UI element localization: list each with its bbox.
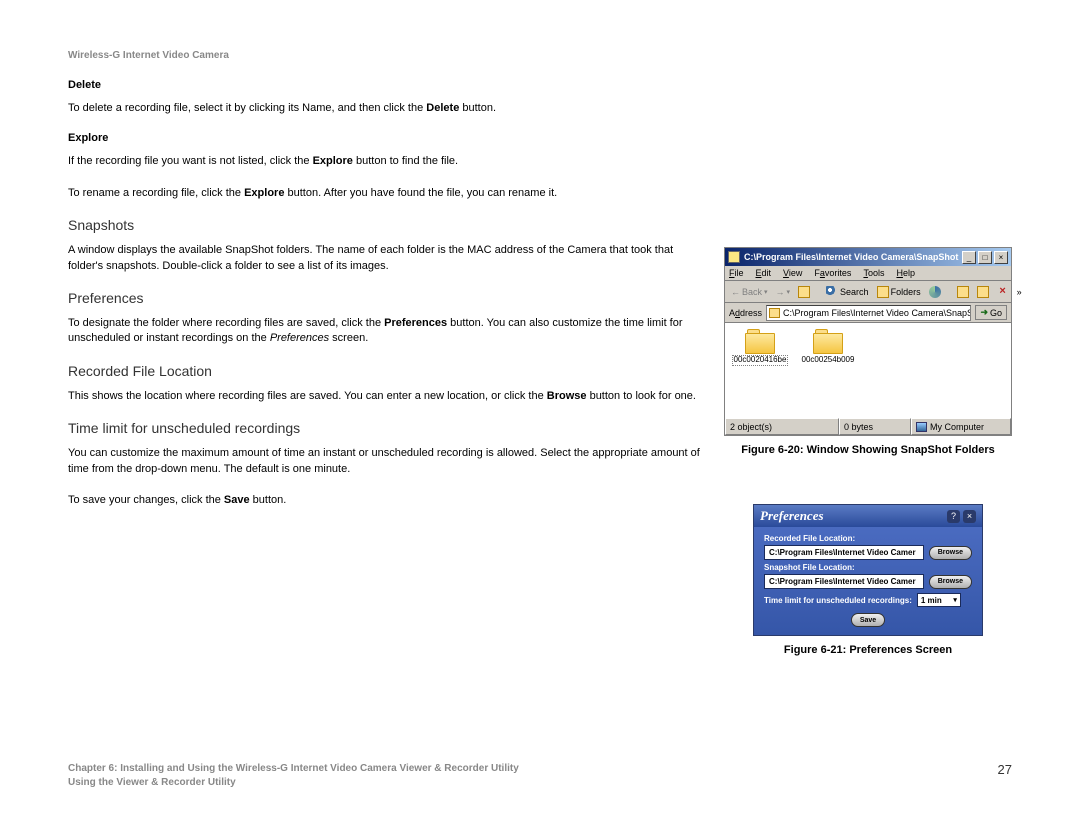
status-objects: 2 object(s)	[725, 418, 839, 435]
page-container: Wireless-G Internet Video Camera Delete …	[0, 0, 1080, 834]
explore-paragraph-1: If the recording file you want is not li…	[68, 154, 702, 169]
maximize-button[interactable]: □	[978, 251, 992, 264]
recorded-file-row: C:\Program Files\Internet Video Camer Br…	[764, 545, 972, 560]
time-limit-select[interactable]: 1 min▾	[917, 593, 961, 607]
menu-view[interactable]: View	[783, 268, 802, 278]
snapshots-heading: Snapshots	[68, 217, 702, 233]
content-columns: Delete To delete a recording file, selec…	[68, 79, 1012, 656]
figures-column: C:\Program Files\Internet Video Camera\S…	[724, 247, 1012, 656]
time-limit-label: Time limit for unscheduled recordings:	[764, 596, 912, 605]
document-title: Wireless-G Internet Video Camera	[68, 50, 1012, 61]
address-bar: Address C:\Program Files\Internet Video …	[725, 303, 1011, 323]
folder-label: 00c0020416be	[732, 355, 789, 366]
menu-file[interactable]: File	[729, 268, 744, 278]
tool-more[interactable]: »	[1015, 286, 1024, 298]
close-button[interactable]: ×	[963, 510, 976, 523]
menu-tools[interactable]: Tools	[863, 268, 884, 278]
recorded-file-input[interactable]: C:\Program Files\Internet Video Camer	[764, 545, 924, 560]
menu-edit[interactable]: Edit	[756, 268, 772, 278]
toolbar: ← Back ▾ → ▾ Search Folders × »	[725, 281, 1011, 303]
browse-button-2[interactable]: Browse	[929, 575, 972, 589]
window-title: C:\Program Files\Internet Video Camera\S…	[744, 252, 962, 262]
snapshot-file-input[interactable]: C:\Program Files\Internet Video Camer	[764, 574, 924, 589]
page-footer: Chapter 6: Installing and Using the Wire…	[68, 762, 1012, 790]
snapshot-folder-1[interactable]: 00c0020416be	[731, 329, 789, 411]
folder-icon	[745, 329, 775, 353]
time-limit-paragraph-2: To save your changes, click the Save but…	[68, 493, 702, 508]
folder-contents: 00c0020416be 00c00254b009	[725, 323, 1011, 417]
window-titlebar[interactable]: C:\Program Files\Internet Video Camera\S…	[725, 248, 1011, 266]
delete-paragraph: To delete a recording file, select it by…	[68, 101, 702, 116]
folder-icon	[728, 251, 740, 263]
computer-icon	[916, 422, 927, 432]
recorded-file-location-heading: Recorded File Location	[68, 363, 702, 379]
help-button[interactable]: ?	[947, 510, 960, 523]
snapshot-file-row: C:\Program Files\Internet Video Camer Br…	[764, 574, 972, 589]
address-value: C:\Program Files\Internet Video Camera\S…	[783, 308, 971, 318]
footer-chapter: Chapter 6: Installing and Using the Wire…	[68, 762, 519, 776]
tool-extra-1[interactable]	[955, 285, 971, 299]
figure-1-caption: Figure 6-20: Window Showing SnapShot Fol…	[724, 444, 1012, 456]
snapshots-paragraph: A window displays the available SnapShot…	[68, 243, 702, 274]
folder-icon	[813, 329, 843, 353]
forward-button[interactable]: → ▾	[774, 286, 793, 298]
footer-section: Using the Viewer & Recorder Utility	[68, 776, 519, 790]
menu-bar: File Edit View Favorites Tools Help	[725, 266, 1011, 281]
close-button[interactable]: ×	[994, 251, 1008, 264]
recorded-file-location-paragraph: This shows the location where recording …	[68, 389, 702, 404]
window-buttons: _ □ ×	[962, 251, 1008, 264]
tool-delete[interactable]: ×	[995, 285, 1011, 299]
address-input[interactable]: C:\Program Files\Internet Video Camera\S…	[766, 305, 971, 321]
preferences-panel: Preferences ? × Recorded File Location: …	[753, 504, 983, 636]
save-row: Save	[764, 613, 972, 627]
minimize-button[interactable]: _	[962, 251, 976, 264]
go-button[interactable]: ➜Go	[975, 305, 1007, 320]
page-number: 27	[998, 762, 1012, 777]
snapshot-file-label: Snapshot File Location:	[764, 563, 972, 572]
folder-label: 00c00254b009	[800, 355, 857, 366]
history-button[interactable]	[927, 285, 943, 299]
preferences-header: Preferences ? ×	[754, 505, 982, 527]
explorer-window: C:\Program Files\Internet Video Camera\S…	[724, 247, 1012, 436]
address-label: Address	[729, 308, 762, 318]
menu-favorites[interactable]: Favorites	[814, 268, 851, 278]
folders-button[interactable]: Folders	[875, 285, 923, 299]
figure-2-caption: Figure 6-21: Preferences Screen	[724, 644, 1012, 656]
footer-chapter-info: Chapter 6: Installing and Using the Wire…	[68, 762, 519, 790]
preferences-body: Recorded File Location: C:\Program Files…	[754, 527, 982, 635]
time-limit-heading: Time limit for unscheduled recordings	[68, 420, 702, 436]
menu-help[interactable]: Help	[896, 268, 915, 278]
save-button[interactable]: Save	[851, 613, 885, 627]
status-bar: 2 object(s) 0 bytes My Computer	[725, 417, 1011, 435]
status-location: My Computer	[911, 418, 1011, 435]
preferences-title: Preferences	[760, 508, 944, 524]
up-button[interactable]	[796, 285, 812, 299]
time-limit-paragraph-1: You can customize the maximum amount of …	[68, 446, 702, 477]
time-limit-row: Time limit for unscheduled recordings: 1…	[764, 593, 972, 607]
explore-paragraph-2: To rename a recording file, click the Ex…	[68, 186, 702, 201]
status-bytes: 0 bytes	[839, 418, 911, 435]
tool-extra-2[interactable]	[975, 285, 991, 299]
back-button[interactable]: ← Back ▾	[729, 286, 770, 298]
preferences-heading: Preferences	[68, 290, 702, 306]
main-column: Delete To delete a recording file, selec…	[68, 79, 702, 656]
snapshot-folder-2[interactable]: 00c00254b009	[799, 329, 857, 411]
delete-heading: Delete	[68, 79, 702, 91]
browse-button-1[interactable]: Browse	[929, 546, 972, 560]
explore-heading: Explore	[68, 132, 702, 144]
search-button[interactable]: Search	[824, 285, 871, 299]
folder-icon	[769, 308, 780, 318]
preferences-paragraph: To designate the folder where recording …	[68, 316, 702, 347]
recorded-file-label: Recorded File Location:	[764, 534, 972, 543]
